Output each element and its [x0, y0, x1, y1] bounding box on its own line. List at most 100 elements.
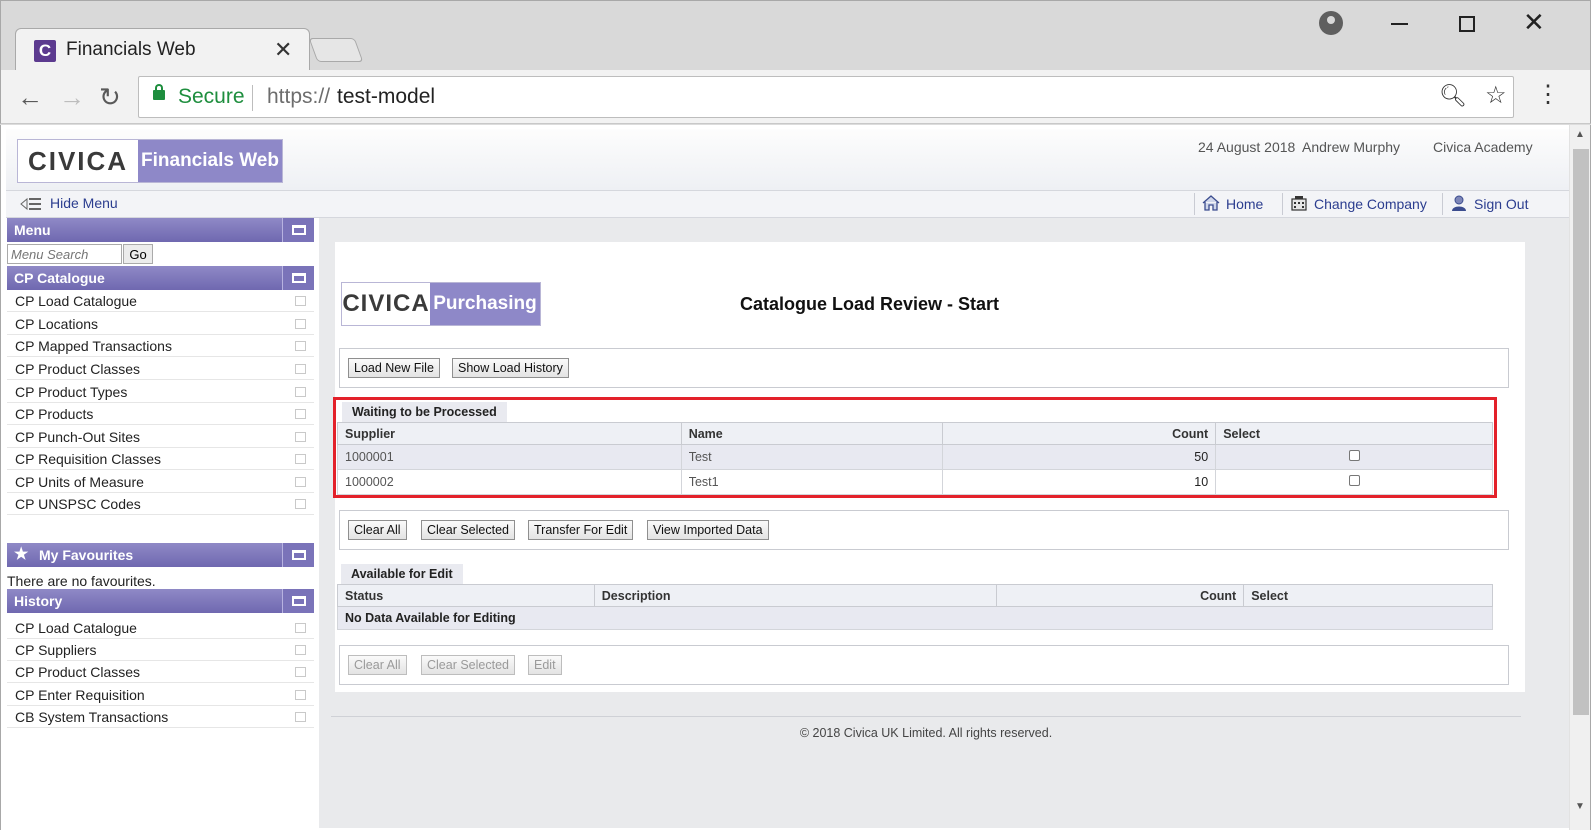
- clear-selected-button[interactable]: Clear Selected: [421, 655, 515, 675]
- address-bar[interactable]: Secure https:// test-model 🔍︎ ☆: [138, 76, 1514, 118]
- change-company-link[interactable]: Change Company: [1290, 195, 1427, 212]
- sidebar-item-cp-products[interactable]: CP Products: [7, 403, 314, 425]
- footer-copyright: © 2018 Civica UK Limited. All rights res…: [799, 726, 1053, 740]
- popout-icon[interactable]: [295, 409, 306, 419]
- zoom-icon[interactable]: 🔍︎: [1439, 83, 1467, 109]
- my-favourites-section-title: My Favourites: [39, 547, 134, 563]
- page-scrollbar[interactable]: ▲ ▼: [1569, 125, 1590, 830]
- lock-icon: [153, 84, 165, 100]
- history-item-cp-suppliers[interactable]: CP Suppliers: [7, 639, 314, 661]
- popout-icon[interactable]: [295, 387, 306, 397]
- popout-icon[interactable]: [295, 454, 306, 464]
- menu-search-go-button[interactable]: Go: [123, 244, 153, 264]
- popout-icon[interactable]: [295, 319, 306, 329]
- sign-out-link[interactable]: Sign Out: [1450, 195, 1528, 212]
- view-imported-data-button[interactable]: View Imported Data: [647, 520, 769, 540]
- sidebar-item-cp-units-of-measure[interactable]: CP Units of Measure: [7, 471, 314, 493]
- maximize-icon[interactable]: [1459, 16, 1475, 32]
- popout-icon[interactable]: [295, 364, 306, 374]
- sidebar: Menu Go CP Catalogue CP Load Catalogue C…: [7, 218, 314, 830]
- app-logo: CIVICA Financials Web: [17, 139, 283, 183]
- cp-catalogue-section-header[interactable]: CP Catalogue: [7, 266, 314, 290]
- column-header-description[interactable]: Description: [593, 584, 998, 607]
- page-title: Catalogue Load Review - Start: [740, 294, 1000, 314]
- column-header-status[interactable]: Status: [337, 584, 595, 607]
- history-item-cp-enter-requisition[interactable]: CP Enter Requisition: [7, 684, 314, 706]
- sidebar-item-cp-punch-out-sites[interactable]: CP Punch-Out Sites: [7, 426, 314, 448]
- popout-icon[interactable]: [295, 690, 306, 700]
- divider: [1282, 193, 1283, 215]
- reload-icon[interactable]: ↻: [99, 82, 121, 113]
- popout-icon[interactable]: [295, 477, 306, 487]
- tab-close-icon[interactable]: ✕: [274, 37, 292, 63]
- folder-open-icon[interactable]: [282, 266, 314, 290]
- sidebar-item-label: CP Locations: [15, 316, 99, 332]
- menu-section-header[interactable]: Menu: [7, 218, 314, 242]
- edit-button[interactable]: Edit: [528, 655, 562, 675]
- history-item-cp-load-catalogue[interactable]: CP Load Catalogue: [7, 617, 314, 639]
- show-load-history-button[interactable]: Show Load History: [452, 358, 569, 378]
- sidebar-item-cp-unspsc-codes[interactable]: CP UNSPSC Codes: [7, 493, 314, 515]
- popout-icon[interactable]: [295, 712, 306, 722]
- sidebar-item-cp-product-types[interactable]: CP Product Types: [7, 381, 314, 403]
- load-new-file-button[interactable]: Load New File: [348, 358, 440, 378]
- empty-message: No Data Available for Editing: [337, 606, 1493, 630]
- history-item-cb-system-transactions[interactable]: CB System Transactions: [7, 706, 314, 728]
- browser-menu-icon[interactable]: ⋮: [1536, 80, 1560, 109]
- my-favourites-section-header[interactable]: ★ My Favourites: [7, 543, 314, 567]
- forward-arrow-icon[interactable]: →: [59, 82, 85, 113]
- profile-icon[interactable]: [1319, 11, 1343, 35]
- popout-icon[interactable]: [295, 645, 306, 655]
- available-button-bar: Clear All Clear Selected Edit: [339, 645, 1509, 685]
- clear-all-button[interactable]: Clear All: [348, 655, 407, 675]
- star-icon: ★: [14, 546, 29, 563]
- cp-catalogue-section-title: CP Catalogue: [14, 270, 105, 286]
- user-sign-out-icon: [1452, 195, 1466, 211]
- popout-icon[interactable]: [295, 296, 306, 306]
- pin-panel-icon[interactable]: [282, 589, 314, 613]
- sidebar-item-cp-requisition-classes[interactable]: CP Requisition Classes: [7, 448, 314, 470]
- bookmark-star-icon[interactable]: ☆: [1485, 81, 1507, 110]
- minimize-icon[interactable]: [1391, 23, 1408, 25]
- address-separator: [252, 85, 253, 111]
- popout-icon[interactable]: [295, 341, 306, 351]
- browser-tab[interactable]: C Financials Web ✕: [15, 28, 310, 72]
- transfer-for-edit-button[interactable]: Transfer For Edit: [528, 520, 634, 540]
- sidebar-item-label: CP Load Catalogue: [15, 293, 137, 309]
- history-section-title: History: [14, 593, 63, 609]
- divider: [1442, 193, 1443, 215]
- sidebar-item-cp-locations[interactable]: CP Locations: [7, 313, 314, 335]
- pin-panel-icon[interactable]: [282, 218, 314, 242]
- history-section-header[interactable]: History: [7, 589, 314, 613]
- available-tab: Available for Edit: [341, 564, 463, 584]
- divider: [1194, 193, 1195, 215]
- sidebar-item-cp-load-catalogue[interactable]: CP Load Catalogue: [7, 290, 314, 312]
- scroll-down-arrow-icon[interactable]: ▼: [1575, 801, 1585, 812]
- home-link[interactable]: Home: [1202, 195, 1263, 212]
- popout-icon[interactable]: [295, 667, 306, 677]
- sidebar-item-cp-product-classes[interactable]: CP Product Classes: [7, 358, 314, 380]
- sidebar-item-cp-mapped-transactions[interactable]: CP Mapped Transactions: [7, 335, 314, 357]
- popout-icon[interactable]: [295, 623, 306, 633]
- scrollbar-thumb[interactable]: [1573, 149, 1589, 715]
- app-header: CIVICA Financials Web 24 August 2018 And…: [6, 129, 1569, 191]
- popout-icon[interactable]: [295, 499, 306, 509]
- clear-selected-button[interactable]: Clear Selected: [421, 520, 515, 540]
- url-scheme: https://: [267, 85, 331, 108]
- new-tab-button[interactable]: [308, 38, 364, 62]
- window-close-icon[interactable]: ✕: [1523, 7, 1545, 38]
- popout-icon[interactable]: [295, 432, 306, 442]
- footer-divider: [331, 716, 1521, 717]
- home-label: Home: [1226, 196, 1264, 212]
- scroll-up-arrow-icon[interactable]: ▲: [1575, 129, 1585, 140]
- clear-all-button[interactable]: Clear All: [348, 520, 407, 540]
- back-arrow-icon[interactable]: ←: [17, 82, 43, 113]
- history-item-cp-product-classes[interactable]: CP Product Classes: [7, 661, 314, 683]
- civica-favicon-icon: C: [34, 40, 56, 62]
- waiting-button-bar: Clear All Clear Selected Transfer For Ed…: [339, 510, 1509, 550]
- column-header-count[interactable]: Count: [996, 584, 1245, 607]
- pin-panel-icon[interactable]: [282, 543, 314, 567]
- menu-search-input[interactable]: [7, 244, 122, 264]
- highlight-box: [333, 397, 1497, 498]
- building-icon: [1291, 196, 1307, 211]
